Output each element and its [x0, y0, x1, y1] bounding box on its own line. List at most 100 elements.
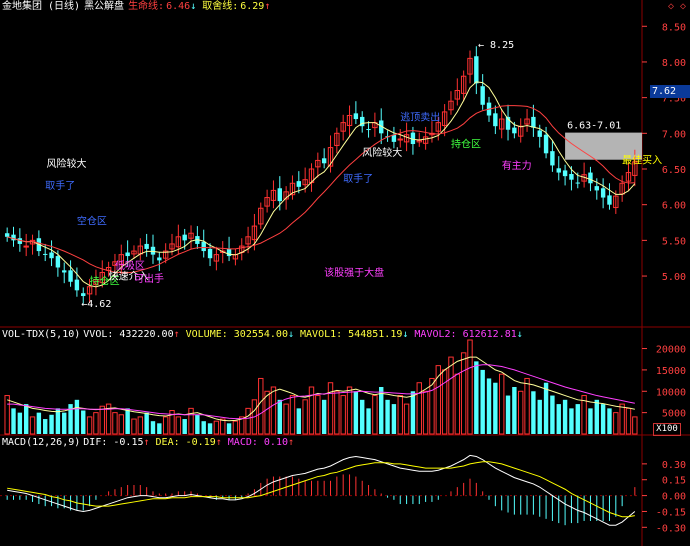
candle-body-down — [43, 253, 48, 255]
volume-bar-down — [493, 382, 498, 434]
volume-indicator-name: VOL-TDX(5,10) — [2, 329, 81, 340]
volume-bar-up — [448, 356, 454, 435]
signal-label: 空仓区 — [77, 215, 107, 228]
dea-value: DEA: -0.19 — [155, 437, 216, 448]
volume-bar-down — [480, 369, 485, 434]
current-price-tag: 7.62 — [650, 85, 690, 98]
volume-bar-down — [505, 395, 511, 434]
signal-label: 取手了 — [45, 179, 75, 192]
volume-bar-down — [207, 423, 213, 434]
macd-header: MACD(12,26,9) DIF: -0.15↑ DEA: -0.19↑ MACD:… — [2, 437, 300, 449]
volume-bar-up — [372, 395, 378, 435]
volume-bar-up — [308, 386, 315, 435]
selloff-label: 取舍线: — [202, 1, 239, 12]
volume-bar-down — [17, 412, 23, 434]
volume-bar-down — [296, 408, 302, 434]
candle-body-down — [296, 181, 302, 187]
candle-body-down — [550, 151, 555, 166]
candle-body-down — [62, 270, 67, 273]
volume-bar-up — [289, 395, 296, 435]
window-control-icons[interactable]: ◇ ◇ — [668, 1, 686, 12]
volume-bar-up — [403, 403, 410, 435]
signal-label: 风险较大 — [46, 157, 86, 170]
volume-scale-tag: X100 — [653, 423, 681, 436]
candle-body-down — [207, 248, 213, 259]
volume-bar-down — [353, 391, 359, 434]
volume-bar-up — [220, 418, 226, 435]
volume-bar-up — [397, 395, 403, 435]
volume-tick-label: 15000 — [656, 366, 686, 377]
volume-bar-up — [258, 377, 264, 435]
price-tick-label: 7.00 — [662, 129, 686, 140]
volume-bar-up — [315, 395, 321, 435]
candle-body-down — [4, 233, 10, 237]
volume-bar-down — [594, 399, 599, 434]
volume-bar-up — [118, 414, 124, 435]
candle-body-up — [23, 245, 29, 248]
volume-bar-up — [346, 386, 353, 435]
volume-bar-up — [422, 390, 429, 435]
chart-stage: ← 8.25 ←4.62 6.63-7.01 5.00 5.50 6.00 6.50 7.0… — [0, 0, 690, 546]
candle-body-down — [125, 252, 130, 257]
candle-body-down — [480, 86, 485, 105]
price-tick-label: 5.50 — [662, 236, 686, 247]
volume-bar-down — [125, 408, 130, 434]
mavol2-arrow: ↓ — [516, 329, 523, 340]
volume-bar-up — [137, 416, 144, 435]
volume-bar-up — [93, 412, 99, 435]
volume-bar-up — [340, 395, 346, 435]
candle-body-down — [157, 257, 162, 261]
candle-body-down — [600, 188, 606, 198]
volume-bar-up — [524, 377, 530, 435]
volume-bar-down — [43, 419, 48, 434]
stock-title: 金地集团 (日线) — [2, 1, 81, 12]
volume-value: VOLUME: 302554.00 — [185, 329, 288, 340]
volume-bar-down — [531, 391, 536, 434]
volume-bar-down — [144, 412, 149, 434]
volume-bar-up — [188, 407, 194, 435]
signal-label: 该股强于大盘 — [324, 266, 384, 279]
volume-bar-down — [277, 399, 282, 434]
volume-bar-down — [562, 399, 568, 434]
candle-body-down — [201, 241, 206, 252]
volume-bar-up — [162, 416, 169, 435]
selloff-arrow: ↑ — [264, 1, 271, 12]
volume-bar-up — [619, 403, 625, 435]
volume-bar-up — [334, 390, 340, 435]
volume-bar-up — [441, 369, 448, 435]
volume-bar-down — [182, 419, 187, 434]
vvol-arrow: ↑ — [173, 329, 180, 340]
volume-bar-up — [429, 377, 435, 435]
volume-bar-up — [454, 373, 461, 435]
volume-bar-down — [74, 399, 80, 434]
candle-body-down — [594, 186, 599, 191]
dea-arrow: ↑ — [215, 437, 222, 448]
candle-body-down — [531, 116, 536, 128]
price-tick-label: 5.00 — [662, 272, 686, 283]
candle-body-down — [277, 188, 282, 202]
volume-bar-up — [632, 416, 638, 435]
volume-bar-up — [625, 407, 632, 435]
volume-bar-down — [537, 399, 542, 434]
volume-bar-up — [613, 412, 619, 435]
volume-bar-up — [327, 382, 334, 435]
price-tick-label: 8.00 — [662, 58, 686, 69]
candle-body-down — [588, 172, 593, 184]
candle-body-down — [150, 246, 156, 255]
macd-tick-label: -0.30 — [656, 523, 686, 534]
volume-bar-down — [23, 404, 29, 434]
volume-bar-down — [550, 395, 555, 434]
volume-bar-down — [410, 391, 416, 434]
main-header: 金地集团 (日线) 黑公解盘 生命线: 6.46↓ 取舍线: 6.29↑ — [2, 1, 276, 13]
volume-bar-down — [385, 399, 390, 434]
volume-bar-up — [518, 390, 524, 435]
high-price-marker: ← 8.25 — [478, 40, 514, 51]
volume-bar-down — [575, 404, 580, 434]
lifeline-label: 生命线: — [128, 1, 165, 12]
volume-bar-up — [245, 407, 251, 435]
indicator-name: 黑公解盘 — [84, 1, 125, 12]
volume-bar-up — [99, 405, 105, 435]
volume-bar-up — [498, 373, 505, 435]
candle-body-down — [575, 182, 580, 184]
price-tick-label: 6.50 — [662, 165, 686, 176]
